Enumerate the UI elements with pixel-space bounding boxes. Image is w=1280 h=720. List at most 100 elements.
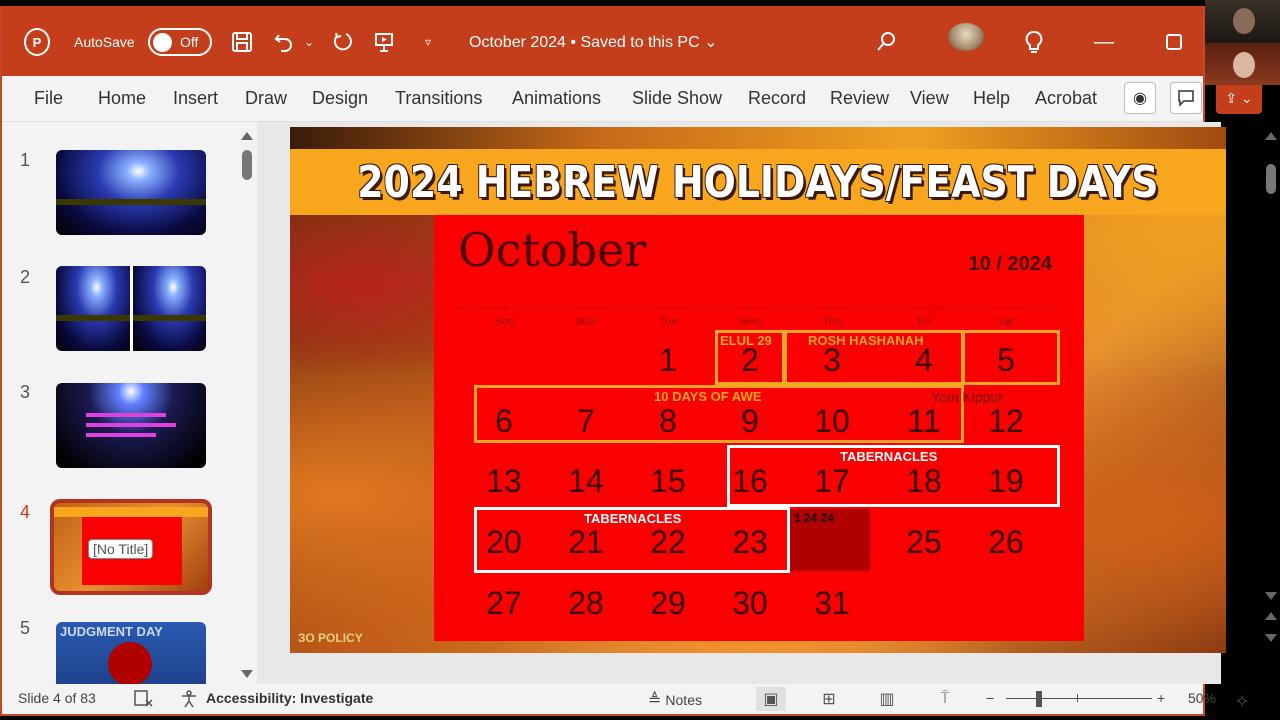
calendar-day: 14	[568, 463, 604, 499]
tab-acrobat[interactable]: Acrobat	[1035, 88, 1097, 109]
redo-icon[interactable]	[328, 28, 356, 56]
calendar-month: October	[458, 223, 647, 277]
calendar-divider	[458, 307, 1060, 309]
notes-button[interactable]: ≜ Notes	[648, 690, 702, 710]
zoom-slider-track[interactable]	[1006, 698, 1152, 699]
elul-29-label: ELUL 29	[720, 333, 772, 348]
share-button[interactable]: ⇪ ⌄	[1216, 82, 1262, 114]
tab-design[interactable]: Design	[312, 88, 368, 109]
calendar-day: 15	[650, 463, 686, 499]
notes-icon: ≜	[648, 692, 662, 709]
slide-sorter-icon[interactable]: ⊞	[814, 687, 844, 711]
powerpoint-logo-icon: P	[24, 28, 50, 56]
slide-thumbnail-4[interactable]: [No Title]	[50, 499, 212, 595]
no-title-tooltip: [No Title]	[88, 539, 154, 559]
fit-to-window-icon[interactable]: ⟡	[1236, 690, 1248, 711]
zoom-slider-handle[interactable]	[1036, 691, 1042, 707]
scroll-up-icon[interactable]	[1265, 132, 1277, 140]
slide-thumbnail-5[interactable]: JUDGMENT DAY	[56, 622, 206, 684]
day-of-week-label: Tue	[658, 316, 678, 328]
save-icon[interactable]	[228, 28, 256, 56]
day-of-week-label: Mon	[575, 316, 597, 328]
tab-review[interactable]: Review	[830, 88, 889, 109]
yom-kippur-label: Yom Kippur	[931, 389, 1003, 405]
tab-help[interactable]: Help	[973, 88, 1010, 109]
thumbnail-title: JUDGMENT DAY	[60, 624, 163, 639]
zoom-in-button[interactable]: +	[1157, 690, 1165, 706]
scroll-down-icon[interactable]	[241, 670, 253, 678]
thumbnail-scrollbar[interactable]	[238, 122, 256, 684]
reading-view-icon[interactable]: ▥	[872, 687, 902, 711]
accessibility-status[interactable]: Accessibility: Investigate	[206, 690, 373, 706]
slide-top-background	[290, 127, 1226, 149]
calendar-day: 25	[906, 524, 942, 560]
previous-slide-icon[interactable]	[1265, 612, 1277, 620]
slideshow-view-icon[interactable]: ⍑	[930, 687, 960, 711]
minimize-icon[interactable]: —	[1090, 28, 1118, 56]
spelling-check-icon[interactable]	[134, 690, 154, 708]
zoom-level[interactable]: 50%	[1188, 690, 1216, 706]
status-bar: Slide 4 of 83 Accessibility: Investigate…	[2, 684, 1248, 714]
calendar-day: 28	[568, 585, 604, 621]
slide-thumbnail-2[interactable]	[56, 266, 206, 351]
tab-transitions[interactable]: Transitions	[395, 88, 482, 109]
slide-thumbnail-3[interactable]	[56, 383, 206, 468]
thumbnail-banner	[54, 507, 208, 517]
customize-toolbar-icon[interactable]: ▿	[414, 28, 442, 56]
slide-counter: Slide 4 of 83	[18, 690, 96, 706]
zoom-out-button[interactable]: −	[986, 690, 994, 706]
tab-record[interactable]: Record	[748, 88, 806, 109]
ribbon-tabs: File Home Insert Draw Design Transitions…	[2, 76, 1203, 122]
tab-slide-show[interactable]: Slide Show	[632, 88, 722, 109]
tabernacles-label-2: TABERNACLES	[584, 511, 682, 526]
comments-button[interactable]	[1170, 82, 1202, 114]
undo-dropdown-icon[interactable]: ⌄	[304, 28, 314, 56]
slide-banner[interactable]: 2024 HEBREW HOLIDAYS/FEAST DAYS	[290, 149, 1226, 215]
scroll-down-icon[interactable]	[1265, 592, 1277, 600]
day-of-week-label: Sat	[997, 316, 1015, 328]
today-note: 1 24 24	[794, 511, 835, 525]
canvas-scrollbar[interactable]	[1261, 122, 1280, 684]
record-button[interactable]: ◉	[1124, 82, 1156, 114]
next-slide-icon[interactable]	[1265, 634, 1277, 642]
user-avatar[interactable]	[948, 23, 984, 51]
thumbnail-text-line	[86, 433, 156, 437]
tab-insert[interactable]: Insert	[173, 88, 218, 109]
present-from-start-icon[interactable]	[370, 28, 398, 56]
accessibility-icon[interactable]	[180, 690, 200, 708]
thumbnail-text-line	[86, 413, 166, 417]
thumbnail-number: 1	[20, 150, 31, 170]
maximize-icon[interactable]	[1160, 28, 1188, 56]
lightbulb-icon[interactable]	[1020, 28, 1048, 56]
autosave-toggle[interactable]: Off	[148, 28, 212, 56]
tab-home[interactable]: Home	[98, 88, 146, 109]
thumbnail-number: 4	[20, 502, 31, 522]
normal-view-icon[interactable]: ▣	[756, 687, 786, 711]
search-icon[interactable]	[872, 28, 900, 56]
toggle-knob	[153, 33, 172, 52]
calendar-day: 12	[988, 403, 1024, 439]
webcam-overlay	[1205, 0, 1280, 85]
slide-thumbnail-1[interactable]	[56, 150, 206, 235]
powerpoint-window: P AutoSave Off ⌄ ▿ October 2024 • Saved …	[0, 6, 1277, 716]
tab-draw[interactable]: Draw	[245, 88, 287, 109]
undo-icon[interactable]	[270, 28, 298, 56]
scrollbar-thumb[interactable]	[1266, 164, 1276, 194]
scroll-up-icon[interactable]	[241, 132, 253, 140]
calendar-day: 1	[659, 342, 677, 378]
scrollbar-thumb[interactable]	[242, 150, 252, 180]
tab-animations[interactable]: Animations	[512, 88, 601, 109]
day-5-box	[962, 330, 1060, 385]
document-title[interactable]: October 2024 • Saved to this PC ⌄	[469, 28, 717, 56]
webcam-participant-2	[1233, 52, 1255, 78]
calendar-day: 27	[486, 585, 522, 621]
thumbnail-panel	[56, 266, 130, 351]
calendar-day: 30	[732, 585, 768, 621]
current-slide[interactable]: 2024 HEBREW HOLIDAYS/FEAST DAYS October …	[290, 127, 1226, 653]
tab-view[interactable]: View	[910, 88, 949, 109]
thumbnail-panel	[132, 266, 206, 351]
calendar[interactable]: October 10 / 2024 Sun Mon Tue Wed Thu Fri Sat …	[434, 215, 1084, 641]
thumbnail-number: 2	[20, 267, 31, 287]
tab-file[interactable]: File	[34, 88, 63, 109]
thumbnail-number: 3	[20, 382, 31, 402]
